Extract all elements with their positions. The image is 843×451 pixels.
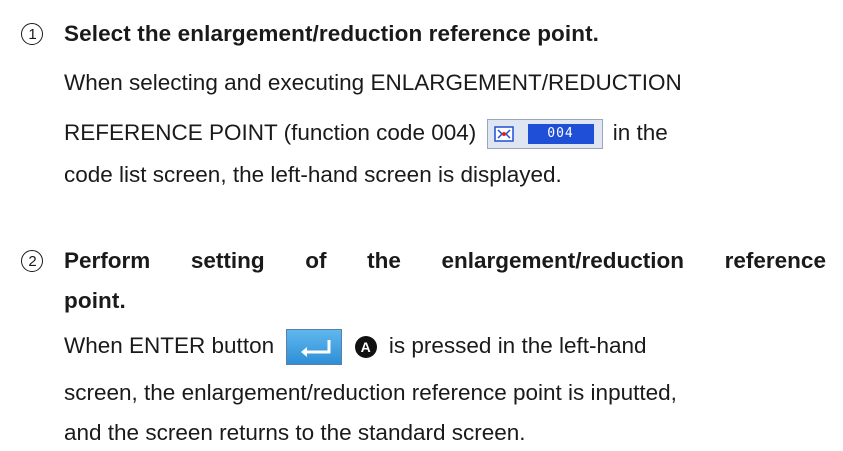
callout-a-badge: A <box>354 336 377 359</box>
function-code-box: 004 <box>527 124 594 145</box>
step-number-digit: 2 <box>28 253 37 270</box>
step-2-body-line-1-start: When ENTER button <box>64 333 275 358</box>
title-word: setting <box>190 248 265 273</box>
step-number-1: 1 <box>18 19 48 49</box>
step-1-body-line-1: When selecting and executing ENLARGEMENT… <box>64 70 682 95</box>
step-1-body-line-2: REFERENCE POINT (function code 004) 004 … <box>64 118 668 150</box>
step-1-body-line-2-start: REFERENCE POINT (function code 004) <box>64 120 477 145</box>
enter-arrow-glyph <box>301 340 331 358</box>
step-1-body-line-3: code list screen, the left-hand screen i… <box>64 162 562 187</box>
step-number-2: 2 <box>18 246 48 276</box>
step-2-title-line-1: Perform setting of the enlargement/reduc… <box>64 246 826 276</box>
step-1-body-line-2-end: in the <box>612 120 668 145</box>
title-word: the <box>367 248 401 273</box>
title-word: of <box>305 248 327 273</box>
title-word: enlargement/reduction <box>441 248 685 273</box>
step-2-title-line-2: point. <box>64 288 126 313</box>
step-2-body-line-1-end: is pressed in the left-hand <box>388 333 647 358</box>
step-2-body-line-3: and the screen returns to the standard s… <box>64 420 526 445</box>
enter-icon <box>286 329 343 366</box>
enlargement-reduction-reference-point-icon: 004 <box>486 119 603 150</box>
reference-point-glyph <box>493 126 514 142</box>
step-2-body-line-1: When ENTER button A is pressed in the le… <box>64 328 647 366</box>
step-2-body-line-2: screen, the enlargement/reduction refere… <box>64 380 677 405</box>
title-word: Perform <box>64 248 151 273</box>
title-word: reference <box>724 248 826 273</box>
step-number-digit: 1 <box>28 26 37 43</box>
step-1-title: Select the enlargement/reduction referen… <box>64 21 600 46</box>
